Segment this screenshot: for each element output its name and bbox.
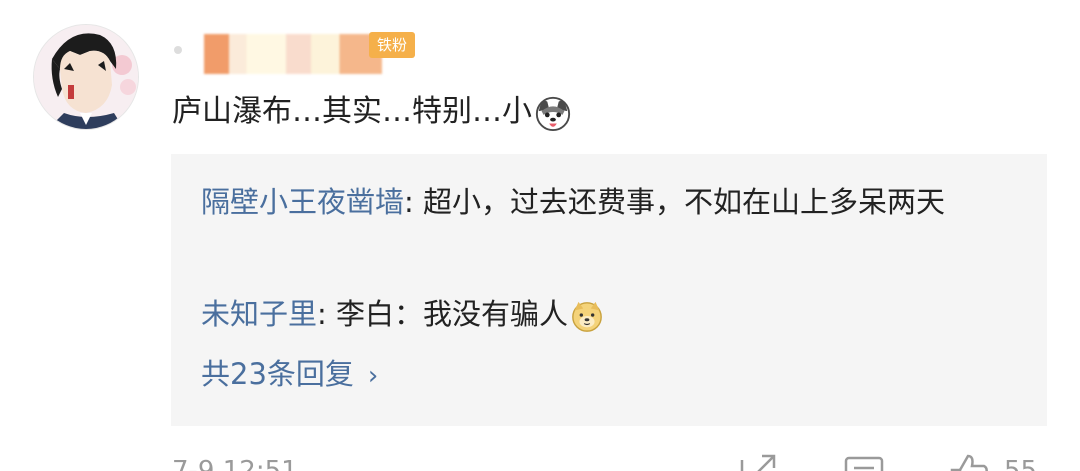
view-all-replies-link[interactable]: 共23条回复 › bbox=[201, 350, 378, 400]
reply-text: : 超小，过去还费事，不如在山上多呆两天 bbox=[404, 185, 946, 219]
chevron-right-icon: › bbox=[367, 361, 379, 391]
reply-box: 隔壁小王夜凿墙: 超小，过去还费事，不如在山上多呆两天 未知子里: 李白：我没有… bbox=[171, 154, 1047, 426]
avatar-illustration bbox=[34, 25, 138, 129]
reply-username[interactable]: 未知子里 bbox=[201, 297, 317, 331]
username-row[interactable]: 铁粉 bbox=[172, 26, 432, 76]
more-replies-label: 共23条回复 bbox=[201, 357, 354, 391]
like-count: 55 bbox=[1004, 456, 1038, 471]
husky-emoji-icon bbox=[535, 96, 571, 131]
fan-badge: 铁粉 bbox=[369, 32, 416, 58]
username-marker bbox=[174, 46, 182, 54]
share-icon[interactable] bbox=[736, 452, 780, 471]
username-redacted bbox=[204, 34, 382, 74]
comment-footer: 7-9 12:51 55 bbox=[0, 446, 1080, 471]
like-icon[interactable] bbox=[946, 452, 990, 471]
comment-text: 庐山瀑布…其实…特别…小 bbox=[172, 94, 532, 129]
comment-body: 庐山瀑布…其实…特别…小 bbox=[172, 90, 572, 134]
reply-item: 未知子里: 李白：我没有骗人 bbox=[201, 288, 1021, 340]
comment-icon[interactable] bbox=[842, 452, 886, 471]
doge-emoji-icon bbox=[572, 301, 602, 332]
avatar[interactable] bbox=[33, 24, 139, 130]
timestamp: 7-9 12:51 bbox=[172, 456, 298, 471]
reply-item: 隔壁小王夜凿墙: 超小，过去还费事，不如在山上多呆两天 bbox=[201, 176, 1021, 228]
reply-text: : 李白：我没有骗人 bbox=[317, 297, 569, 331]
reply-username[interactable]: 隔壁小王夜凿墙 bbox=[201, 185, 404, 219]
